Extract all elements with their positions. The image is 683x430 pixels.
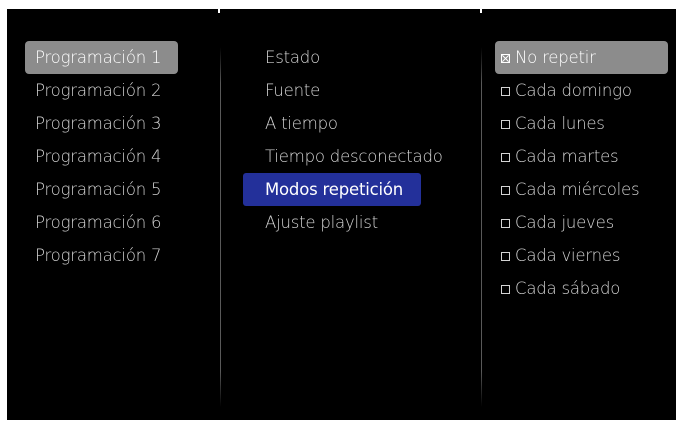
checkbox-icon[interactable] [501, 186, 510, 195]
setting-item-label: Fuente [265, 81, 321, 100]
schedule-item-4[interactable]: Programación 4 [25, 140, 178, 173]
schedule-item-label: Programación 2 [35, 81, 162, 100]
schedule-item-label: Programación 3 [35, 114, 162, 133]
setting-item-on-time[interactable]: A tiempo [243, 107, 421, 140]
schedule-item-6[interactable]: Programación 6 [25, 206, 178, 239]
repeat-option-thursday[interactable]: Cada jueves [495, 206, 668, 239]
setting-item-label: Ajuste playlist [265, 213, 378, 232]
repeat-option-tuesday[interactable]: Cada martes [495, 140, 668, 173]
checkbox-icon[interactable] [501, 252, 510, 261]
schedule-item-label: Programación 5 [35, 180, 162, 199]
setting-item-label: Estado [265, 48, 320, 67]
repeat-option-monday[interactable]: Cada lunes [495, 107, 668, 140]
setting-item-label: Tiempo desconectado [265, 147, 443, 166]
schedule-item-label: Programación 4 [35, 147, 162, 166]
repeat-option-label: Cada viernes [515, 246, 621, 265]
schedule-item-1[interactable]: Programación 1 [25, 41, 178, 74]
repeat-option-label: Cada jueves [515, 213, 614, 232]
setting-item-off-time[interactable]: Tiempo desconectado [243, 140, 443, 173]
schedule-item-label: Programación 1 [35, 48, 162, 67]
column-divider [481, 47, 482, 407]
schedule-item-label: Programación 7 [35, 246, 162, 265]
repeat-option-label: Cada domingo [515, 81, 632, 100]
schedule-item-5[interactable]: Programación 5 [25, 173, 178, 206]
schedule-item-7[interactable]: Programación 7 [25, 239, 178, 272]
schedule-item-2[interactable]: Programación 2 [25, 74, 178, 107]
schedule-osd-menu: Programación 1 Programación 2 Programaci… [7, 9, 676, 420]
setting-item-label: A tiempo [265, 114, 338, 133]
repeat-option-friday[interactable]: Cada viernes [495, 239, 668, 272]
setting-item-source[interactable]: Fuente [243, 74, 421, 107]
checkbox-checked-icon[interactable] [501, 54, 510, 63]
repeat-option-label: No repetir [515, 48, 596, 67]
repeat-option-no-repeat[interactable]: No repetir [495, 41, 668, 74]
column-divider [220, 47, 221, 407]
repeat-option-sunday[interactable]: Cada domingo [495, 74, 668, 107]
checkbox-icon[interactable] [501, 120, 510, 129]
setting-item-label: Modos repetición [265, 180, 404, 199]
checkbox-icon[interactable] [501, 219, 510, 228]
checkbox-icon[interactable] [501, 87, 510, 96]
setting-item-repeat-modes[interactable]: Modos repetición [243, 173, 421, 206]
repeat-option-label: Cada miércoles [515, 180, 640, 199]
top-tick-mark [218, 9, 220, 13]
repeat-option-label: Cada martes [515, 147, 619, 166]
repeat-option-label: Cada sábado [515, 279, 621, 298]
setting-item-status[interactable]: Estado [243, 41, 421, 74]
repeat-option-wednesday[interactable]: Cada miércoles [495, 173, 668, 206]
repeat-option-label: Cada lunes [515, 114, 605, 133]
checkbox-icon[interactable] [501, 285, 510, 294]
setting-item-playlist[interactable]: Ajuste playlist [243, 206, 421, 239]
repeat-option-saturday[interactable]: Cada sábado [495, 272, 668, 305]
schedule-item-label: Programación 6 [35, 213, 162, 232]
checkbox-icon[interactable] [501, 153, 510, 162]
top-tick-mark [480, 9, 482, 13]
schedule-item-3[interactable]: Programación 3 [25, 107, 178, 140]
